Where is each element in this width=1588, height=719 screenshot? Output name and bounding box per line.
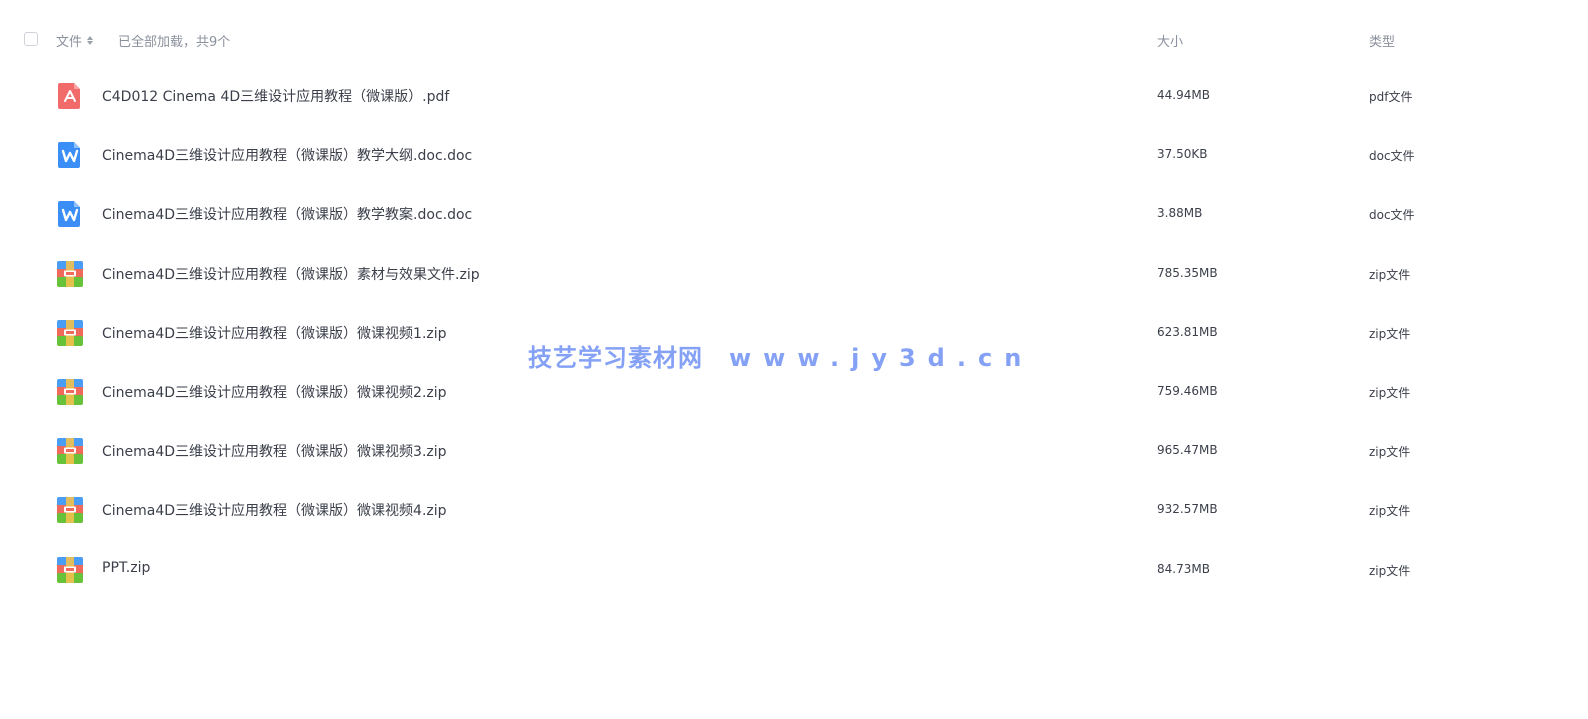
file-type: zip文件 bbox=[1369, 267, 1411, 282]
file-size: 785.35MB bbox=[1157, 265, 1218, 280]
word-doc-icon bbox=[56, 199, 84, 229]
zip-archive-icon bbox=[56, 318, 84, 348]
file-row[interactable]: Cinema4D三维设计应用教程（微课版）素材与效果文件.zip 785.35MB… bbox=[0, 244, 1588, 303]
file-type: zip文件 bbox=[1369, 504, 1411, 519]
file-row[interactable]: Cinema4D三维设计应用教程（微课版）微课视频1.zip 623.81MB zi… bbox=[0, 303, 1588, 362]
file-type: zip文件 bbox=[1369, 326, 1411, 341]
type-column-header: 类型 bbox=[1369, 35, 1396, 50]
file-column-header[interactable]: 文件 bbox=[56, 31, 94, 50]
file-name[interactable]: Cinema4D三维设计应用教程（微课版）教学大纲.doc.doc bbox=[102, 145, 472, 165]
file-list-page: 文件 已全部加载，共9个 大小 类型 C4D012 Cinema 4D三维设计应… bbox=[0, 0, 1588, 719]
file-size: 759.46MB bbox=[1157, 383, 1218, 398]
file-row[interactable]: Cinema4D三维设计应用教程（微课版）微课视频3.zip 965.47MB zi… bbox=[0, 421, 1588, 480]
file-row[interactable]: Cinema4D三维设计应用教程（微课版）微课视频2.zip 759.46MB zi… bbox=[0, 362, 1588, 421]
file-name[interactable]: Cinema4D三维设计应用教程（微课版）微课视频3.zip bbox=[102, 441, 447, 461]
file-type: pdf文件 bbox=[1369, 90, 1413, 104]
zip-archive-icon bbox=[56, 495, 84, 525]
file-row[interactable]: PPT.zip 84.73MB zip文件 bbox=[0, 540, 1588, 599]
zip-archive-icon bbox=[56, 377, 84, 407]
file-size: 37.50KB bbox=[1157, 147, 1208, 162]
file-name[interactable]: Cinema4D三维设计应用教程（微课版）微课视频4.zip bbox=[102, 500, 447, 520]
file-row[interactable]: C4D012 Cinema 4D三维设计应用教程（微课版）.pdf 44.94MB… bbox=[0, 66, 1588, 125]
sort-icon[interactable] bbox=[86, 35, 94, 47]
file-type: doc文件 bbox=[1369, 208, 1415, 223]
file-name[interactable]: Cinema4D三维设计应用教程（微课版）教学教案.doc.doc bbox=[102, 204, 472, 224]
file-row[interactable]: Cinema4D三维设计应用教程（微课版）微课视频4.zip 932.57MB zi… bbox=[0, 480, 1588, 539]
pdf-icon bbox=[56, 81, 84, 111]
size-column-header: 大小 bbox=[1157, 35, 1184, 50]
file-name[interactable]: Cinema4D三维设计应用教程（微课版）微课视频1.zip bbox=[102, 323, 447, 343]
file-row[interactable]: Cinema4D三维设计应用教程（微课版）教学大纲.doc.doc 37.50KB… bbox=[0, 125, 1588, 184]
file-name[interactable]: C4D012 Cinema 4D三维设计应用教程（微课版）.pdf bbox=[102, 86, 449, 106]
file-size: 932.57MB bbox=[1157, 502, 1218, 517]
file-type: zip文件 bbox=[1369, 445, 1411, 460]
file-name[interactable]: Cinema4D三维设计应用教程（微课版）微课视频2.zip bbox=[102, 382, 447, 402]
file-type: zip文件 bbox=[1369, 385, 1411, 400]
word-doc-icon bbox=[56, 140, 84, 170]
zip-archive-icon bbox=[56, 436, 84, 466]
file-size: 3.88MB bbox=[1157, 206, 1203, 221]
zip-archive-icon bbox=[56, 555, 84, 585]
select-all-checkbox[interactable] bbox=[24, 32, 38, 46]
file-type: doc文件 bbox=[1369, 149, 1415, 164]
file-size: 965.47MB bbox=[1157, 443, 1218, 458]
file-name[interactable]: PPT.zip bbox=[102, 560, 150, 576]
file-size: 84.73MB bbox=[1157, 561, 1210, 576]
file-row[interactable]: Cinema4D三维设计应用教程（微课版）教学教案.doc.doc 3.88MB d… bbox=[0, 184, 1588, 243]
file-column-label: 文件 bbox=[56, 35, 83, 50]
file-size: 623.81MB bbox=[1157, 324, 1218, 339]
load-status-text: 已全部加载，共9个 bbox=[118, 35, 231, 50]
zip-archive-icon bbox=[56, 259, 84, 289]
file-type: zip文件 bbox=[1369, 563, 1411, 578]
file-name[interactable]: Cinema4D三维设计应用教程（微课版）素材与效果文件.zip bbox=[102, 264, 480, 284]
file-size: 44.94MB bbox=[1157, 88, 1210, 102]
file-rows: C4D012 Cinema 4D三维设计应用教程（微课版）.pdf 44.94MB… bbox=[0, 66, 1588, 599]
